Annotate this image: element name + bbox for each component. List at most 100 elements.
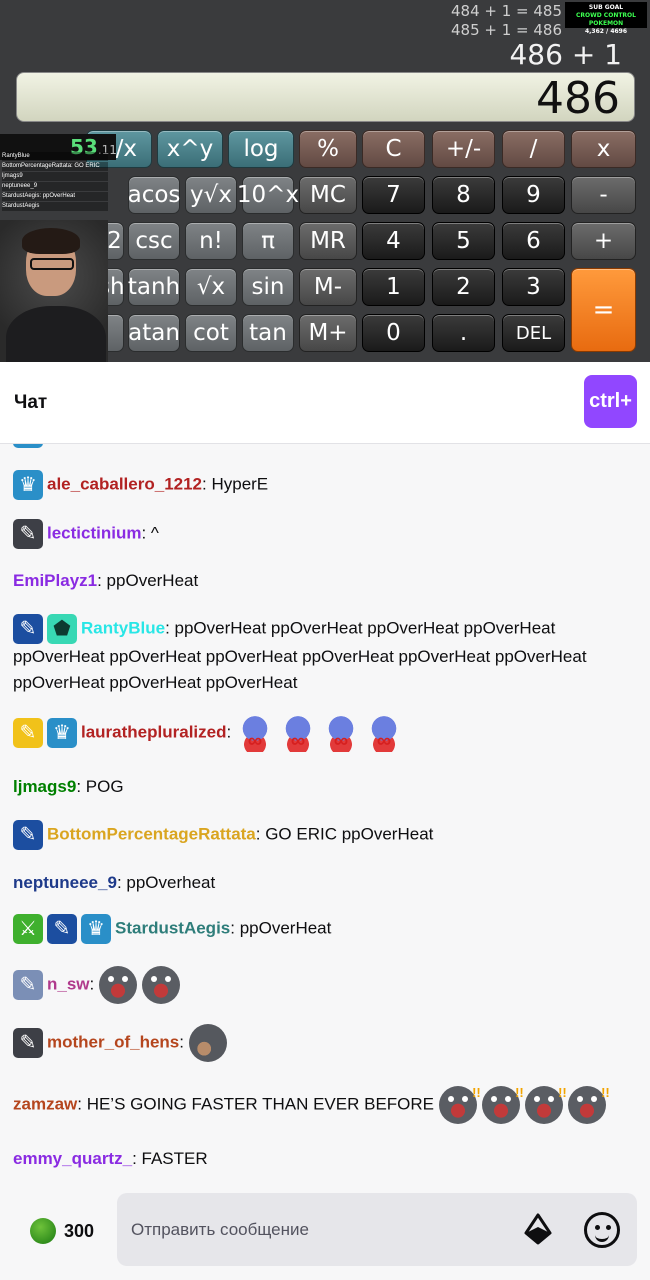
calc-key: x^y xyxy=(157,130,223,168)
chat-username[interactable]: n_sw xyxy=(47,974,90,993)
feather-badge xyxy=(47,914,77,944)
emoji-picker-icon[interactable] xyxy=(584,1212,620,1248)
scream-emote xyxy=(524,1080,567,1124)
calc-key: π xyxy=(242,222,294,260)
chat-message: EmiPlayz1: ppOverHeat xyxy=(13,568,638,594)
chat-text: : ppOverHeat xyxy=(230,918,332,938)
feather-badge xyxy=(13,820,43,850)
chat-username[interactable]: neptuneee_9 xyxy=(13,873,117,892)
chat-text: : xyxy=(89,974,95,994)
calc-key: MC xyxy=(299,176,357,214)
sonic-emote xyxy=(278,714,317,754)
crown-badge xyxy=(47,718,77,748)
webcam-hair xyxy=(22,228,80,254)
chat-text: : ppOverheat xyxy=(116,873,216,892)
chat-text: : ppOverHeat xyxy=(97,571,199,590)
chat-text: : ^ xyxy=(141,523,159,543)
chat-text: : HE’S GOING FASTER THAN EVER BEFORE xyxy=(77,1094,435,1114)
calc-key-equals: = xyxy=(571,268,636,352)
calc-key: 8 xyxy=(432,176,495,214)
scream-emote xyxy=(99,966,137,1004)
calc-display-value: 486 xyxy=(536,73,620,124)
calc-key: 10^x xyxy=(237,176,299,214)
chat-username[interactable]: lectictinium xyxy=(47,523,141,542)
calc-key: csc xyxy=(128,222,180,260)
calc-key: tanh xyxy=(128,268,180,306)
chat-message: ljmags9: POG xyxy=(13,774,638,800)
calc-key: cot xyxy=(185,314,237,352)
facepalm-emote xyxy=(188,1024,227,1062)
calc-history-line: 484 + 1 = 485 xyxy=(450,2,562,20)
webcam-body xyxy=(6,306,106,362)
chat-message-input[interactable]: Отправить сообщение xyxy=(117,1193,637,1266)
sub-goal-count: 4,362 / 4696 xyxy=(584,28,628,35)
calc-key: x xyxy=(571,130,636,168)
chat-message-list[interactable]: ale_caballero_1212: HyperE lectictinium:… xyxy=(0,444,650,1192)
chat-message: lectictinium: ^ xyxy=(13,519,638,549)
feather-badge xyxy=(13,519,43,549)
channel-points-count: 300 xyxy=(64,1220,95,1241)
calc-key: 5 xyxy=(432,222,495,260)
chat-message: neptuneee_9: ppOverheat xyxy=(13,870,638,896)
crown-badge xyxy=(13,444,43,448)
chat-username[interactable]: EmiPlayz1 xyxy=(13,571,97,590)
chat-message: RantyBlue: ppOverHeat ppOverHeat ppOverH… xyxy=(13,614,638,696)
chat-message: StardustAegis: ppOverHeat xyxy=(13,914,638,944)
chat-username[interactable]: StardustAegis xyxy=(115,918,230,937)
overlay-chat-line: ljmags9 xyxy=(2,172,108,181)
chat-message: laurathepluralized: xyxy=(13,714,638,754)
bits-icon[interactable] xyxy=(522,1213,554,1245)
calc-key: sin xyxy=(242,268,294,306)
chat-message: mother_of_hens: xyxy=(13,1024,638,1062)
stream-video[interactable]: 484 + 1 = 485 485 + 1 = 486 SUB GOAL CRO… xyxy=(0,0,650,362)
chat-username[interactable]: BottomPercentageRattata xyxy=(47,824,256,843)
feather-badge xyxy=(13,970,43,1000)
chat-username[interactable]: zamzaw xyxy=(13,1094,77,1113)
chat-username[interactable]: laurathepluralized xyxy=(81,722,226,741)
calc-key: 9 xyxy=(502,176,565,214)
sonic-emote xyxy=(321,714,360,754)
channel-points-icon xyxy=(30,1218,56,1244)
webcam-glasses xyxy=(30,258,74,270)
calc-key: 4 xyxy=(362,222,425,260)
chat-username[interactable]: mother_of_hens xyxy=(47,1032,179,1051)
chat-username[interactable]: ljmags9 xyxy=(13,777,76,796)
overlay-chat-line: BottomPercentageRattata: GO ERIC xyxy=(2,162,108,171)
channel-points-button[interactable]: 300 xyxy=(30,1218,94,1244)
chat-text: : xyxy=(179,1032,184,1052)
calc-key: / xyxy=(502,130,565,168)
calc-key: 2 xyxy=(432,268,495,306)
chat-input-bar: 300 Отправить сообщение xyxy=(0,1192,650,1280)
calc-key: . xyxy=(432,314,495,352)
chat-username[interactable]: ale_caballero_1212 xyxy=(47,474,202,493)
sword-badge xyxy=(13,914,43,944)
crown-badge xyxy=(13,470,43,500)
overlay-chat-line: RantyBlue xyxy=(2,152,108,161)
calc-history: 484 + 1 = 485 485 + 1 = 486 xyxy=(451,2,562,40)
chat-message: BottomPercentageRattata: GO ERIC ppOverH… xyxy=(13,820,638,850)
chat-username[interactable]: RantyBlue xyxy=(81,618,165,637)
chat-text: : POG xyxy=(76,777,124,796)
sub-goal-label: CROWD CONTROL POKEMON xyxy=(576,12,636,27)
sonic-emote xyxy=(235,714,274,754)
calc-key: acos xyxy=(128,176,180,214)
calc-key: 1 xyxy=(362,268,425,306)
webcam-overlay xyxy=(0,220,108,362)
chat-text: : GO ERIC ppOverHeat xyxy=(255,824,434,844)
calc-key: MR xyxy=(299,222,357,260)
chat-message: ale_caballero_1212: HyperE xyxy=(13,470,638,500)
calc-key: n! xyxy=(185,222,237,260)
scream-emote xyxy=(142,966,180,1004)
calc-key: log xyxy=(228,130,294,168)
calc-display: 486 xyxy=(16,72,635,124)
chat-text: : xyxy=(226,722,232,742)
stream-chat-overlay: RantyBlue BottomPercentageRattata: GO ER… xyxy=(0,150,110,225)
sub-goal-overlay: SUB GOAL CROWD CONTROL POKEMON 4,362 / 4… xyxy=(565,2,647,35)
calc-key: √x xyxy=(185,268,237,306)
ctrl-plus-button[interactable]: ctrl+ xyxy=(584,375,637,428)
calc-key: M- xyxy=(299,268,357,306)
calc-key: C xyxy=(362,130,425,168)
calc-key: atan xyxy=(128,314,180,352)
chat-username[interactable]: emmy_quartz_ xyxy=(13,1149,132,1168)
calc-key: % xyxy=(299,130,357,168)
